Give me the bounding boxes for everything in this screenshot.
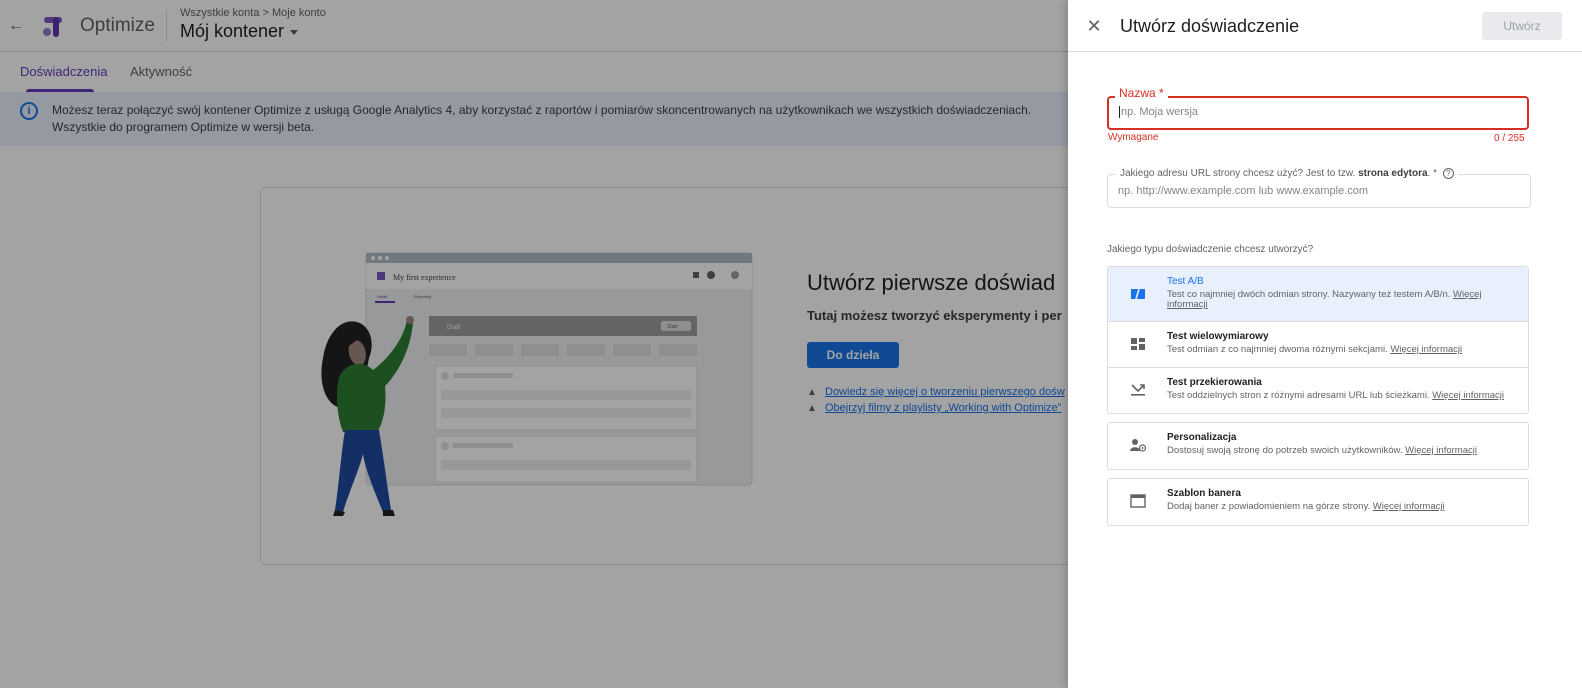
drawer-title: Utwórz doświadczenie	[1120, 16, 1300, 36]
create-button[interactable]: Utwórz	[1482, 12, 1562, 40]
create-experience-drawer: ✕ Utwórz doświadczenie Utwórz np. Moja w…	[1068, 0, 1582, 688]
type-name: Test A/B	[1167, 276, 1204, 287]
editor-url-placeholder[interactable]: np. http://www.example.com lub www.examp…	[1118, 185, 1368, 197]
type-desc: Test odmian z co najmniej dwoma różnymi …	[1167, 344, 1463, 355]
type-name: Szablon banera	[1167, 488, 1241, 499]
type-desc: Dodaj baner z powiadomieniem na górze st…	[1167, 501, 1445, 512]
type-group-banner: Szablon banera Dodaj baner z powiadomien…	[1107, 478, 1529, 526]
more-info-link[interactable]: Więcej informacji	[1373, 501, 1445, 512]
name-field-label: Nazwa *	[1115, 86, 1168, 100]
personalization-icon	[1130, 439, 1146, 452]
type-option-redirect[interactable]: Test przekierowania Test oddzielnych str…	[1108, 367, 1528, 413]
multivariate-icon	[1131, 338, 1145, 350]
more-info-link[interactable]: Więcej informacji	[1405, 445, 1477, 456]
name-field-counter: 0 / 255	[1494, 133, 1525, 144]
type-option-personalization[interactable]: Personalizacja Dostosuj swoją stronę do …	[1108, 423, 1528, 469]
editor-url-label-suffix: . *	[1427, 168, 1437, 180]
redirect-icon	[1131, 384, 1145, 396]
type-option-ab-test[interactable]: Test A/B Test co najmniej dwóch odmian s…	[1108, 267, 1528, 321]
ab-test-icon	[1131, 288, 1145, 300]
type-desc: Dostosuj swoją stronę do potrzeb swoich …	[1167, 445, 1477, 456]
editor-url-label-prefix: Jakiego adresu URL strony chcesz użyć? J…	[1120, 168, 1356, 180]
type-option-multivariate[interactable]: Test wielowymiarowy Test odmian z co naj…	[1108, 321, 1528, 367]
type-group-personalization: Personalizacja Dostosuj swoją stronę do …	[1107, 422, 1529, 470]
type-group-tests: Test A/B Test co najmniej dwóch odmian s…	[1107, 266, 1529, 414]
editor-url-label: Jakiego adresu URL strony chcesz użyć? J…	[1116, 168, 1458, 180]
type-option-banner-template[interactable]: Szablon banera Dodaj baner z powiadomien…	[1108, 479, 1528, 525]
close-icon[interactable]: ✕	[1082, 14, 1106, 38]
help-icon[interactable]: ?	[1442, 168, 1454, 179]
type-desc: Test oddzielnych stron z różnymi adresam…	[1167, 390, 1505, 401]
type-name: Personalizacja	[1167, 432, 1237, 443]
drawer-header: ✕ Utwórz doświadczenie Utwórz	[1068, 0, 1582, 52]
name-field[interactable]: np. Moja wersja	[1107, 96, 1529, 130]
banner-icon	[1130, 494, 1146, 508]
type-question: Jakiego typu doświadczenie chcesz utworz…	[1107, 244, 1314, 255]
type-name: Test przekierowania	[1167, 377, 1262, 388]
more-info-link[interactable]: Więcej informacji	[1390, 344, 1462, 355]
type-desc: Test co najmniej dwóch odmian strony. Na…	[1167, 289, 1482, 310]
more-info-link[interactable]: Więcej informacji	[1432, 390, 1504, 401]
name-field-error: Wymagane	[1108, 132, 1159, 143]
name-input-placeholder[interactable]: np. Moja wersja	[1119, 106, 1198, 118]
type-name: Test wielowymiarowy	[1167, 331, 1269, 342]
editor-url-label-bold: strona edytora	[1358, 168, 1428, 180]
